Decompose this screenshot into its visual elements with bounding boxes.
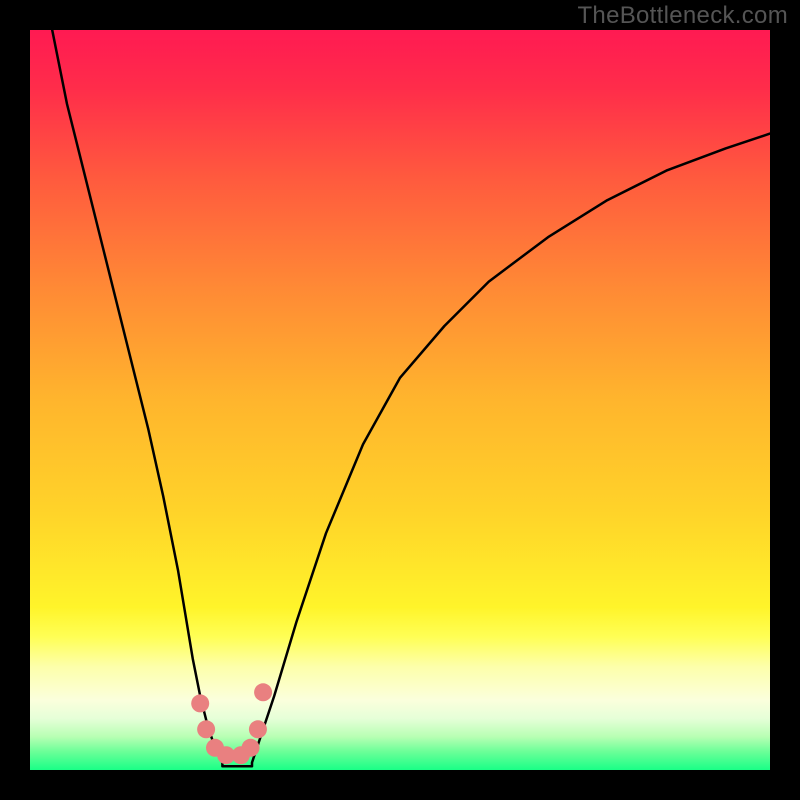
- valley-marker: [242, 739, 260, 757]
- watermark-text: TheBottleneck.com: [577, 2, 788, 30]
- plot-area: [30, 30, 770, 770]
- valley-marker: [191, 694, 209, 712]
- valley-marker: [249, 720, 267, 738]
- valley-marker: [254, 683, 272, 701]
- bottleneck-chart-svg: [30, 30, 770, 770]
- chart-frame: TheBottleneck.com: [0, 0, 800, 800]
- valley-marker: [197, 720, 215, 738]
